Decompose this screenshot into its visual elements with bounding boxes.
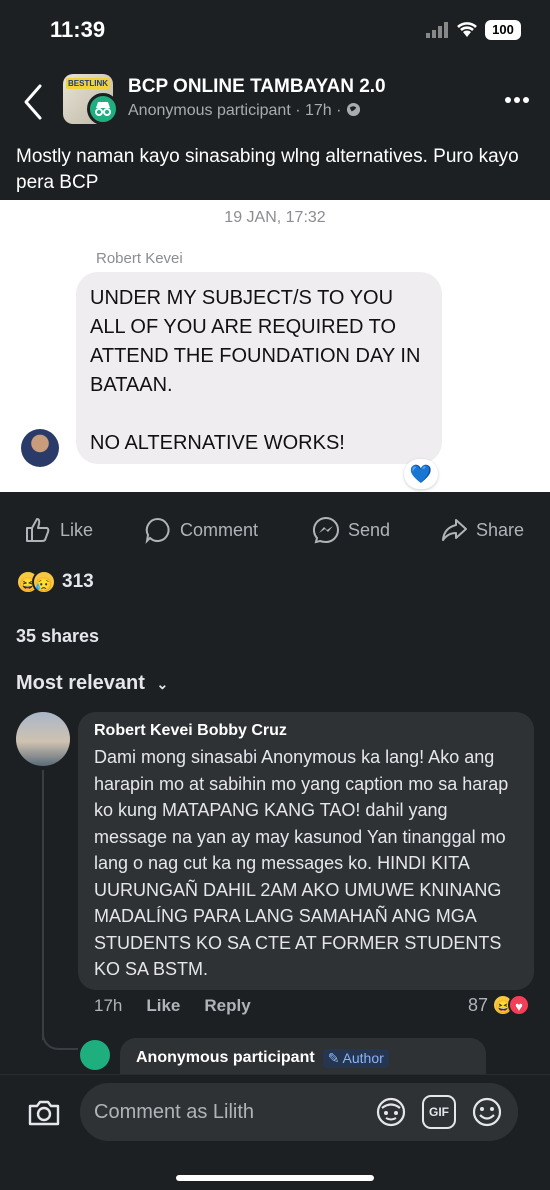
anonymous-reply-avatar[interactable] — [80, 1040, 110, 1070]
post-header: BESTLINK BCP ONLINE TAMBAYAN 2.0 Anonymo… — [0, 68, 550, 134]
avatar-sticker-icon[interactable] — [374, 1095, 408, 1129]
comment-time: 17h — [94, 996, 123, 1015]
globe-icon — [346, 102, 360, 117]
poster-name: Anonymous participant — [128, 102, 291, 119]
sad-reaction-icon: 😥 — [32, 570, 56, 594]
chat-date: 19 JAN, 17:32 — [224, 209, 326, 226]
like-button[interactable]: Like — [24, 508, 93, 552]
comment-reply-button[interactable]: Reply — [204, 996, 250, 1016]
author-badge: ✎ Author — [322, 1048, 389, 1068]
commenter-avatar[interactable] — [16, 712, 70, 766]
comment-composer: Comment as Lilith GIF — [0, 1074, 550, 1190]
thread-connector — [42, 1020, 78, 1050]
thumbs-up-icon — [26, 518, 50, 542]
emoji-icon[interactable] — [470, 1095, 504, 1129]
signal-icon — [426, 22, 448, 38]
love-reaction-icon: ♥ — [508, 994, 531, 1016]
chat-avatar — [21, 429, 59, 467]
group-avatar-tag: BESTLINK — [66, 78, 110, 89]
post-meta: Anonymous participant · 17h · — [128, 102, 361, 120]
comment-button[interactable]: Comment — [144, 508, 258, 552]
comment-sort-dropdown[interactable]: Most relevant ⌄ — [16, 672, 168, 695]
comment-meta: 17h Like Reply — [94, 996, 251, 1016]
reply-bubble: Anonymous participant ✎ Author — [120, 1038, 486, 1078]
comment-like-button[interactable]: Like — [146, 996, 180, 1016]
comment-bubble: Robert Kevei Bobby Cruz Dami mong sinasa… — [78, 712, 534, 990]
send-button[interactable]: Send — [312, 508, 390, 552]
group-name[interactable]: BCP ONLINE TAMBAYAN 2.0 — [128, 76, 386, 98]
comment-reactions[interactable]: 87 😆 ♥ — [468, 994, 531, 1016]
pencil-icon: ✎ — [327, 1049, 340, 1066]
gif-icon[interactable]: GIF — [422, 1095, 456, 1129]
wifi-icon — [457, 22, 477, 37]
action-bar: Like Comment Send Share — [0, 508, 550, 552]
more-options-icon[interactable] — [504, 96, 530, 104]
messenger-icon — [312, 516, 339, 544]
anonymous-icon — [87, 93, 119, 125]
reaction-count: 313 — [62, 571, 94, 592]
comment-input[interactable]: Comment as Lilith GIF — [80, 1083, 518, 1141]
comment-icon — [145, 517, 170, 544]
chat-message: UNDER MY SUBJECT/S TO YOU ALL OF YOU ARE… — [76, 272, 442, 464]
status-bar: 11:39 100 — [0, 0, 550, 60]
status-time: 11:39 — [50, 17, 106, 42]
reaction-summary[interactable]: 😆 😥 313 — [16, 570, 94, 594]
battery-icon: 100 — [485, 20, 521, 40]
thread-line — [42, 770, 44, 1040]
comment-text: Dami mong sinasabi Anonymous ka lang! Ak… — [94, 747, 509, 979]
post-image[interactable]: 19 JAN, 17:32 Robert Kevei UNDER MY SUBJ… — [0, 200, 550, 492]
share-button[interactable]: Share — [440, 508, 524, 552]
composer-icons: GIF — [374, 1095, 504, 1129]
share-count[interactable]: 35 shares — [16, 626, 99, 647]
heart-reaction-icon: 💙 — [404, 459, 438, 489]
camera-icon[interactable] — [26, 1095, 62, 1131]
post-time: 17h — [305, 102, 332, 119]
comment-reaction-count: 87 — [468, 994, 489, 1015]
chat-sender: Robert Kevei — [96, 250, 183, 267]
back-icon[interactable] — [18, 82, 48, 122]
comment-author[interactable]: Robert Kevei Bobby Cruz — [94, 722, 518, 740]
reply-author[interactable]: Anonymous participant — [136, 1049, 315, 1067]
home-indicator — [176, 1175, 374, 1181]
chevron-down-icon: ⌄ — [156, 676, 169, 692]
share-icon — [442, 519, 467, 541]
post-caption: Mostly naman kayo sinasabing wlng altern… — [16, 146, 519, 193]
